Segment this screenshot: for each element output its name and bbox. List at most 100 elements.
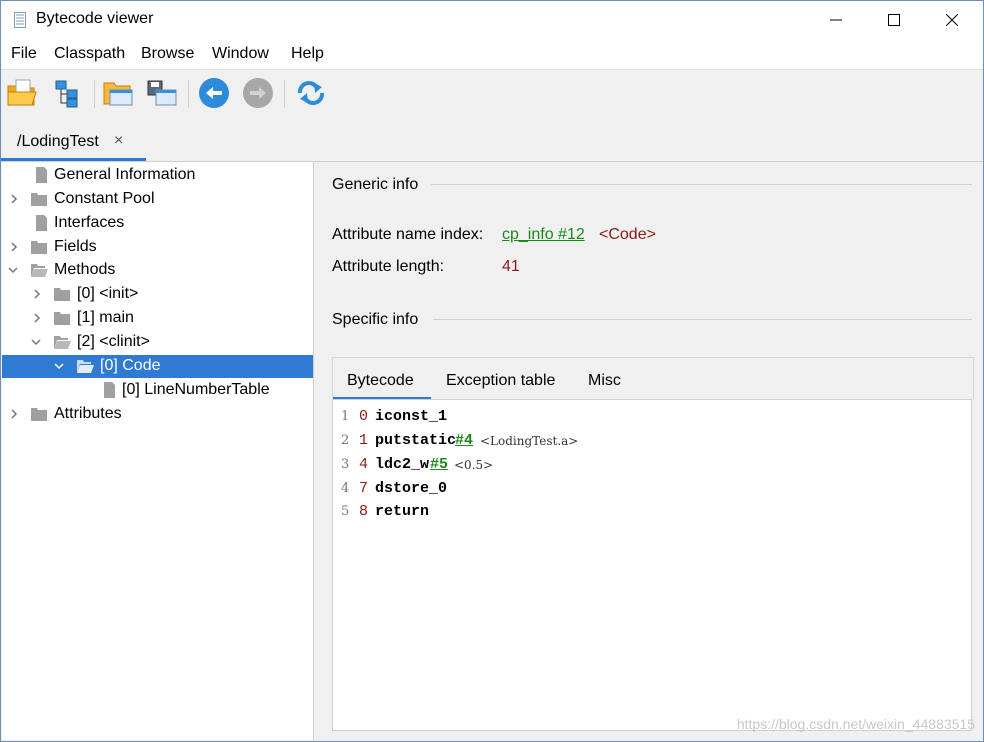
save-icon bbox=[147, 80, 177, 106]
chevron-down-icon[interactable] bbox=[54, 361, 64, 371]
file-icon bbox=[36, 167, 47, 183]
folder-open-icon bbox=[77, 360, 94, 373]
constant-pool-link[interactable]: #5 bbox=[430, 456, 448, 473]
attribute-length-value: 41 bbox=[502, 258, 520, 275]
tree-node-interfaces[interactable]: Interfaces bbox=[2, 212, 313, 235]
chevron-right-icon[interactable] bbox=[32, 313, 42, 323]
bytecode-offset: 8 bbox=[359, 503, 369, 520]
minimize-icon bbox=[830, 19, 842, 21]
bytecode-offset: 0 bbox=[359, 408, 369, 425]
tab-lodingtest[interactable]: /LodingTest × bbox=[1, 125, 146, 161]
constant-pool-link[interactable]: #4 bbox=[455, 432, 473, 449]
tree-node-fields[interactable]: Fields bbox=[2, 236, 313, 259]
tree-node-label: [1] main bbox=[77, 309, 134, 326]
tab-close-icon[interactable]: × bbox=[114, 132, 123, 150]
window-title: Bytecode viewer bbox=[36, 10, 154, 27]
open-folder-button[interactable] bbox=[101, 76, 135, 110]
browse-classpath-button[interactable] bbox=[51, 76, 85, 110]
section-divider bbox=[431, 184, 972, 185]
generic-info-title: Generic info bbox=[332, 176, 419, 193]
chevron-right-icon[interactable] bbox=[32, 289, 42, 299]
toolbar-separator bbox=[188, 80, 189, 108]
tree-node-code-selected[interactable]: [0] Code bbox=[2, 355, 313, 378]
open-file-button[interactable] bbox=[5, 76, 39, 110]
folder-icon bbox=[31, 241, 47, 254]
attribute-name-value: <Code> bbox=[599, 226, 656, 243]
bytecode-offset: 7 bbox=[359, 480, 369, 497]
tree-node-label: Interfaces bbox=[54, 214, 125, 231]
code-line: 1 0 iconst_1 bbox=[333, 406, 971, 430]
chevron-right-icon[interactable] bbox=[9, 242, 19, 252]
bytecode-offset: 1 bbox=[359, 432, 369, 449]
tree-node-label: [0] LineNumberTable bbox=[122, 381, 270, 398]
tree-node-constant-pool[interactable]: Constant Pool bbox=[2, 188, 313, 211]
forward-button[interactable] bbox=[241, 76, 275, 110]
watermark: https://blog.csdn.net/weixin_44883515 bbox=[736, 716, 975, 732]
folder-icon bbox=[31, 193, 47, 206]
code-line: 3 4 ldc2_w #5 <0.5> bbox=[333, 454, 971, 478]
opcode: dstore_0 bbox=[375, 480, 448, 497]
chevron-down-icon[interactable] bbox=[8, 265, 18, 275]
tree-node-method-main[interactable]: [1] main bbox=[2, 307, 313, 330]
tree-node-label: Constant Pool bbox=[54, 190, 155, 207]
menu-browse[interactable]: Browse bbox=[141, 45, 194, 63]
tree-node-label: Attributes bbox=[54, 405, 122, 422]
tree-node-line-number-table[interactable]: [0] LineNumberTable bbox=[2, 379, 313, 402]
tree-node-label: [2] <clinit> bbox=[77, 333, 150, 350]
toolbar-separator bbox=[94, 80, 95, 108]
tree-node-label: [0] Code bbox=[100, 357, 161, 374]
specific-info-title: Specific info bbox=[332, 311, 419, 328]
tree-node-label: General Information bbox=[54, 166, 196, 183]
folder-open-icon bbox=[31, 264, 48, 277]
maximize-button[interactable] bbox=[865, 1, 923, 39]
save-button[interactable] bbox=[145, 76, 179, 110]
close-button[interactable] bbox=[923, 1, 981, 39]
document-tab-strip: /LodingTest × bbox=[1, 117, 983, 162]
code-line: 2 1 putstatic #4 <LodingTest.a> bbox=[333, 430, 971, 454]
tree-node-methods[interactable]: Methods bbox=[2, 259, 313, 282]
chevron-right-icon[interactable] bbox=[9, 194, 19, 204]
reload-icon bbox=[297, 81, 325, 105]
chevron-right-icon[interactable] bbox=[9, 409, 19, 419]
specific-info-tabs: Bytecode Exception table Misc bbox=[332, 357, 974, 400]
bytecode-offset: 4 bbox=[359, 456, 369, 473]
maximize-icon bbox=[888, 14, 900, 26]
menu-help[interactable]: Help bbox=[291, 45, 324, 63]
app-icon bbox=[14, 12, 26, 28]
code-line: 4 7 dstore_0 bbox=[333, 478, 971, 502]
file-icon bbox=[36, 215, 47, 231]
detail-pane: Generic info Attribute name index: cp_in… bbox=[315, 162, 983, 740]
opcode: putstatic bbox=[375, 432, 457, 449]
menu-classpath[interactable]: Classpath bbox=[54, 45, 125, 63]
tab-bytecode[interactable]: Bytecode bbox=[347, 372, 414, 390]
line-number: 5 bbox=[341, 504, 350, 519]
code-line: 5 8 return bbox=[333, 501, 971, 525]
app-window: Bytecode viewer File Classpath Browse Wi… bbox=[0, 0, 984, 742]
folder-icon bbox=[54, 288, 70, 301]
open-folder-icon bbox=[103, 82, 133, 106]
back-button[interactable] bbox=[197, 76, 231, 110]
bytecode-listing[interactable]: 1 0 iconst_1 2 1 putstatic #4 <LodingTes… bbox=[332, 399, 972, 731]
line-number: 1 bbox=[341, 409, 350, 424]
attribute-name-index-label: Attribute name index: bbox=[332, 226, 484, 243]
menu-window[interactable]: Window bbox=[212, 45, 269, 63]
constant-comment: <0.5> bbox=[454, 458, 494, 472]
minimize-button[interactable] bbox=[807, 1, 865, 39]
tree-node-method-clinit[interactable]: [2] <clinit> bbox=[2, 331, 313, 354]
menu-file[interactable]: File bbox=[11, 45, 37, 63]
toolbar-separator bbox=[284, 80, 285, 108]
cp-info-link[interactable]: cp_info #12 bbox=[502, 226, 585, 244]
tree-node-general-information[interactable]: General Information bbox=[2, 164, 313, 187]
tab-misc[interactable]: Misc bbox=[588, 372, 621, 390]
tab-label: /LodingTest bbox=[17, 133, 99, 150]
folder-icon bbox=[54, 312, 70, 325]
reload-button[interactable] bbox=[294, 76, 328, 110]
line-number: 4 bbox=[341, 481, 350, 496]
tab-exception-table[interactable]: Exception table bbox=[446, 372, 555, 390]
tab-active-indicator bbox=[1, 158, 146, 161]
tree-node-attributes[interactable]: Attributes bbox=[2, 403, 313, 426]
chevron-down-icon[interactable] bbox=[31, 337, 41, 347]
opcode: return bbox=[375, 503, 430, 520]
title-bar[interactable]: Bytecode viewer bbox=[1, 1, 983, 39]
tree-node-method-init[interactable]: [0] <init> bbox=[2, 283, 313, 306]
